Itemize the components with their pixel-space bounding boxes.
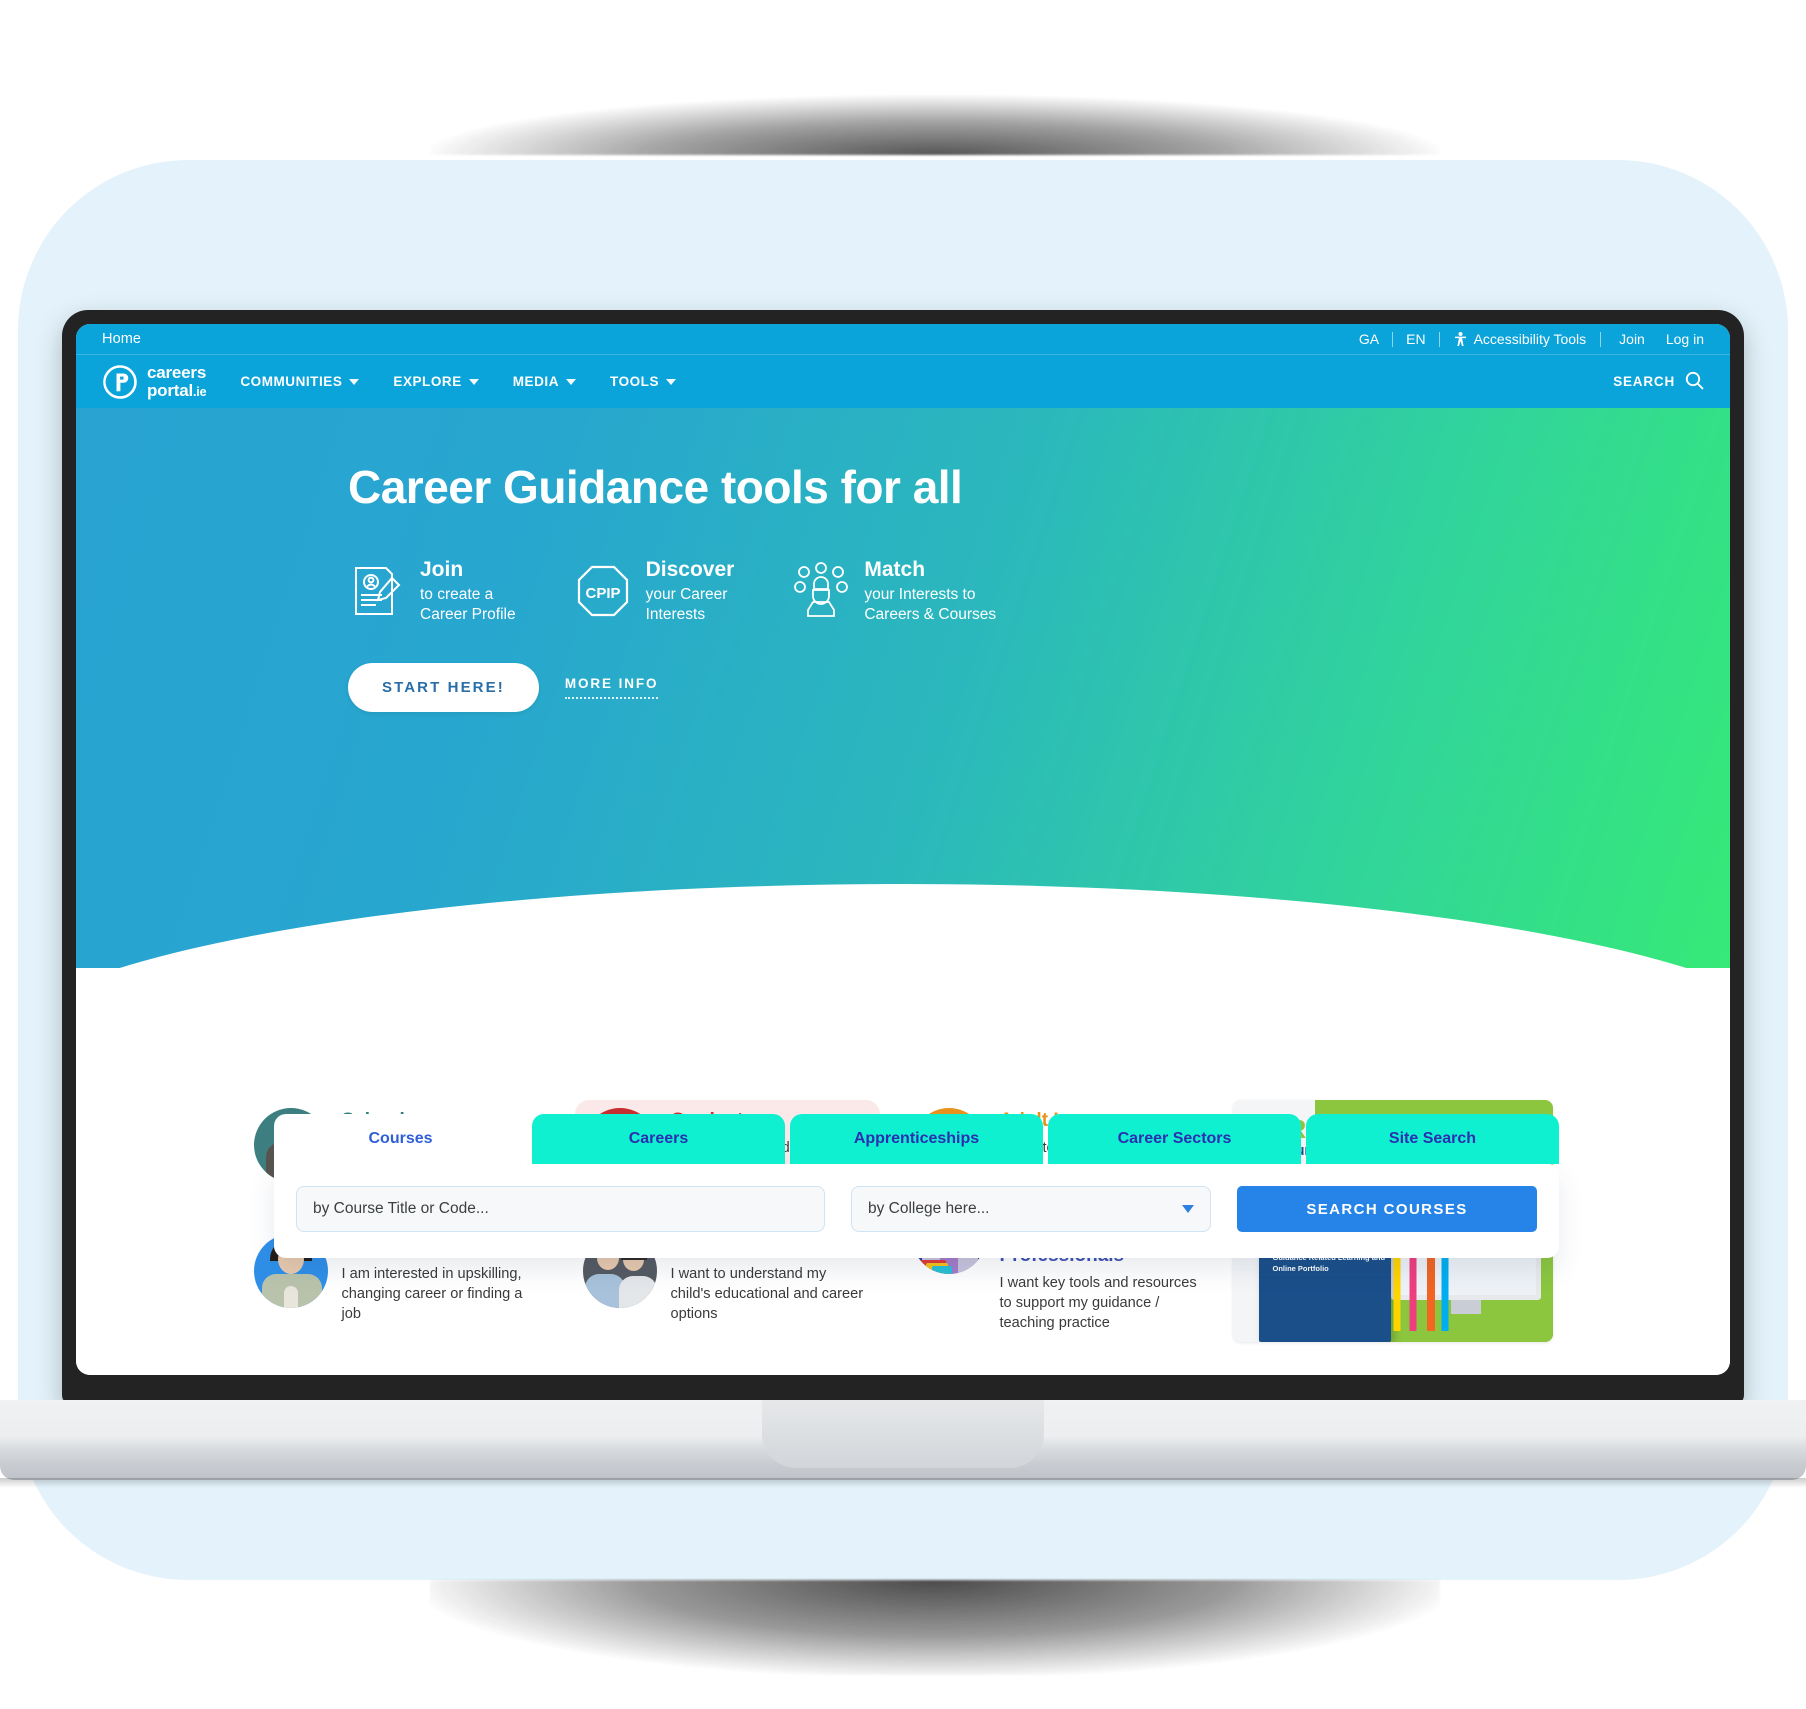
audience-card-desc: I want key tools and resources to suppor… [999, 1275, 1197, 1332]
feature-text: Match your Interests to Careers & Course… [864, 558, 996, 625]
accessibility-tools-label: Accessibility Tools [1473, 331, 1587, 347]
laptop-base-shadow [0, 1478, 1806, 1488]
breadcrumb-home[interactable]: Home [102, 331, 141, 347]
nav-item-explore[interactable]: EXPLORE [393, 374, 479, 389]
nav-label: EXPLORE [393, 374, 462, 389]
nav-label: TOOLS [610, 374, 660, 389]
chevron-down-icon [1182, 1205, 1194, 1213]
brand-line-2: portal [147, 380, 194, 400]
search-card: Courses Careers Apprenticeships Career S… [274, 1114, 1559, 1258]
nav-label: COMMUNITIES [240, 374, 343, 389]
feature-discover: CPIP Discover your Career Interests [574, 558, 735, 625]
feature-text: Join to create a Career Profile [420, 558, 516, 625]
chevron-down-icon [666, 378, 677, 385]
brand-line-1: careers [147, 363, 207, 383]
more-info-link[interactable]: MORE INFO [564, 676, 659, 699]
nav-label: MEDIA [512, 374, 560, 389]
accessibility-person-icon [1454, 331, 1467, 347]
page-title: Career Guidance tools for all [348, 461, 963, 513]
search-panel: by Course Title or Code... by College he… [274, 1164, 1559, 1258]
feature-sub-2: Interests [645, 605, 706, 623]
feature-sub-2: Careers & Courses [864, 605, 997, 623]
college-select-value: by College here... [868, 1200, 990, 1217]
chevron-down-icon [349, 378, 360, 385]
brand-tld: .ie [193, 384, 207, 399]
laptop-screen: Home GA EN Accessibility Tools Join Log … [76, 324, 1730, 1375]
tab-courses[interactable]: Courses [274, 1114, 527, 1164]
hero-cta-row: START HERE! MORE INFO [348, 662, 1730, 712]
chevron-down-icon [468, 378, 479, 385]
careers-portal-logo-icon [102, 364, 138, 400]
college-select[interactable]: by College here... [851, 1186, 1211, 1232]
top-smudge-artifact [430, 95, 1440, 155]
audience-card-desc: I want to understand my child's educatio… [670, 1265, 864, 1322]
join-link[interactable]: Join [1601, 331, 1654, 347]
course-title-input[interactable]: by Course Title or Code... [296, 1186, 825, 1232]
search-icon [1685, 371, 1704, 393]
hero-features: Join to create a Career Profile CPIP Dis… [348, 558, 1730, 625]
monitor-stand [1450, 1300, 1481, 1314]
feature-sub-2: Career Profile [420, 605, 516, 623]
site-logo[interactable]: careers portal.ie [102, 363, 207, 400]
cpip-octagon-icon: CPIP [574, 562, 632, 620]
start-here-button[interactable]: START HERE! [348, 662, 539, 712]
nav-items: COMMUNITIES EXPLORE MEDIA TOOLS [240, 374, 677, 389]
nav-item-media[interactable]: MEDIA [512, 374, 577, 389]
search-toggle[interactable]: SEARCH [1613, 371, 1704, 393]
feature-sub-1: your Career [645, 586, 728, 604]
bottom-smudge-artifact [430, 1580, 1440, 1675]
nav-item-communities[interactable]: COMMUNITIES [240, 374, 360, 389]
main-navigation: careers portal.ie COMMUNITIES EXPLORE ME… [76, 354, 1730, 408]
person-match-icon [792, 562, 850, 620]
utility-bar-right: GA EN Accessibility Tools Join Log in [1346, 331, 1704, 347]
login-link[interactable]: Log in [1654, 331, 1704, 347]
feature-join: Join to create a Career Profile [348, 558, 516, 625]
hero-section: Career Guidance tools for all Join to cr… [76, 408, 1730, 968]
hero-bottom-curve [76, 884, 1730, 968]
lang-ga-link[interactable]: GA [1346, 331, 1392, 347]
feature-title: Match [864, 557, 926, 581]
utility-bar: Home GA EN Accessibility Tools Join Log … [76, 324, 1730, 354]
feature-sub-1: to create a [420, 586, 494, 604]
svg-text:CPIP: CPIP [585, 585, 620, 602]
accessibility-tools-link[interactable]: Accessibility Tools [1440, 331, 1601, 347]
tab-career-sectors[interactable]: Career Sectors [1048, 1114, 1301, 1164]
laptop-frame: Home GA EN Accessibility Tools Join Log … [62, 310, 1744, 1405]
search-label: SEARCH [1613, 374, 1675, 389]
feature-sub-1: your Interests to [864, 586, 976, 604]
feature-text: Discover your Career Interests [646, 558, 735, 625]
search-tabs: Courses Careers Apprenticeships Career S… [274, 1114, 1559, 1164]
laptop-base-notch [762, 1400, 1044, 1468]
profile-document-icon [348, 562, 406, 620]
hero-content: Career Guidance tools for all Join to cr… [76, 408, 1730, 712]
feature-match: Match your Interests to Careers & Course… [792, 558, 996, 625]
tab-apprenticeships[interactable]: Apprenticeships [790, 1114, 1043, 1164]
brand-wordmark: careers portal.ie [147, 363, 207, 400]
feature-title: Join [420, 557, 464, 581]
screenshot-stage: Home GA EN Accessibility Tools Join Log … [0, 0, 1806, 1709]
feature-title: Discover [645, 557, 735, 581]
lang-en-link[interactable]: EN [1393, 331, 1438, 347]
tab-careers[interactable]: Careers [532, 1114, 785, 1164]
nav-item-tools[interactable]: TOOLS [610, 374, 677, 389]
tab-site-search[interactable]: Site Search [1306, 1114, 1559, 1164]
chevron-down-icon [566, 378, 577, 385]
audience-card-desc: I am interested in upskilling, changing … [341, 1265, 523, 1322]
search-courses-button[interactable]: SEARCH COURSES [1237, 1186, 1537, 1232]
